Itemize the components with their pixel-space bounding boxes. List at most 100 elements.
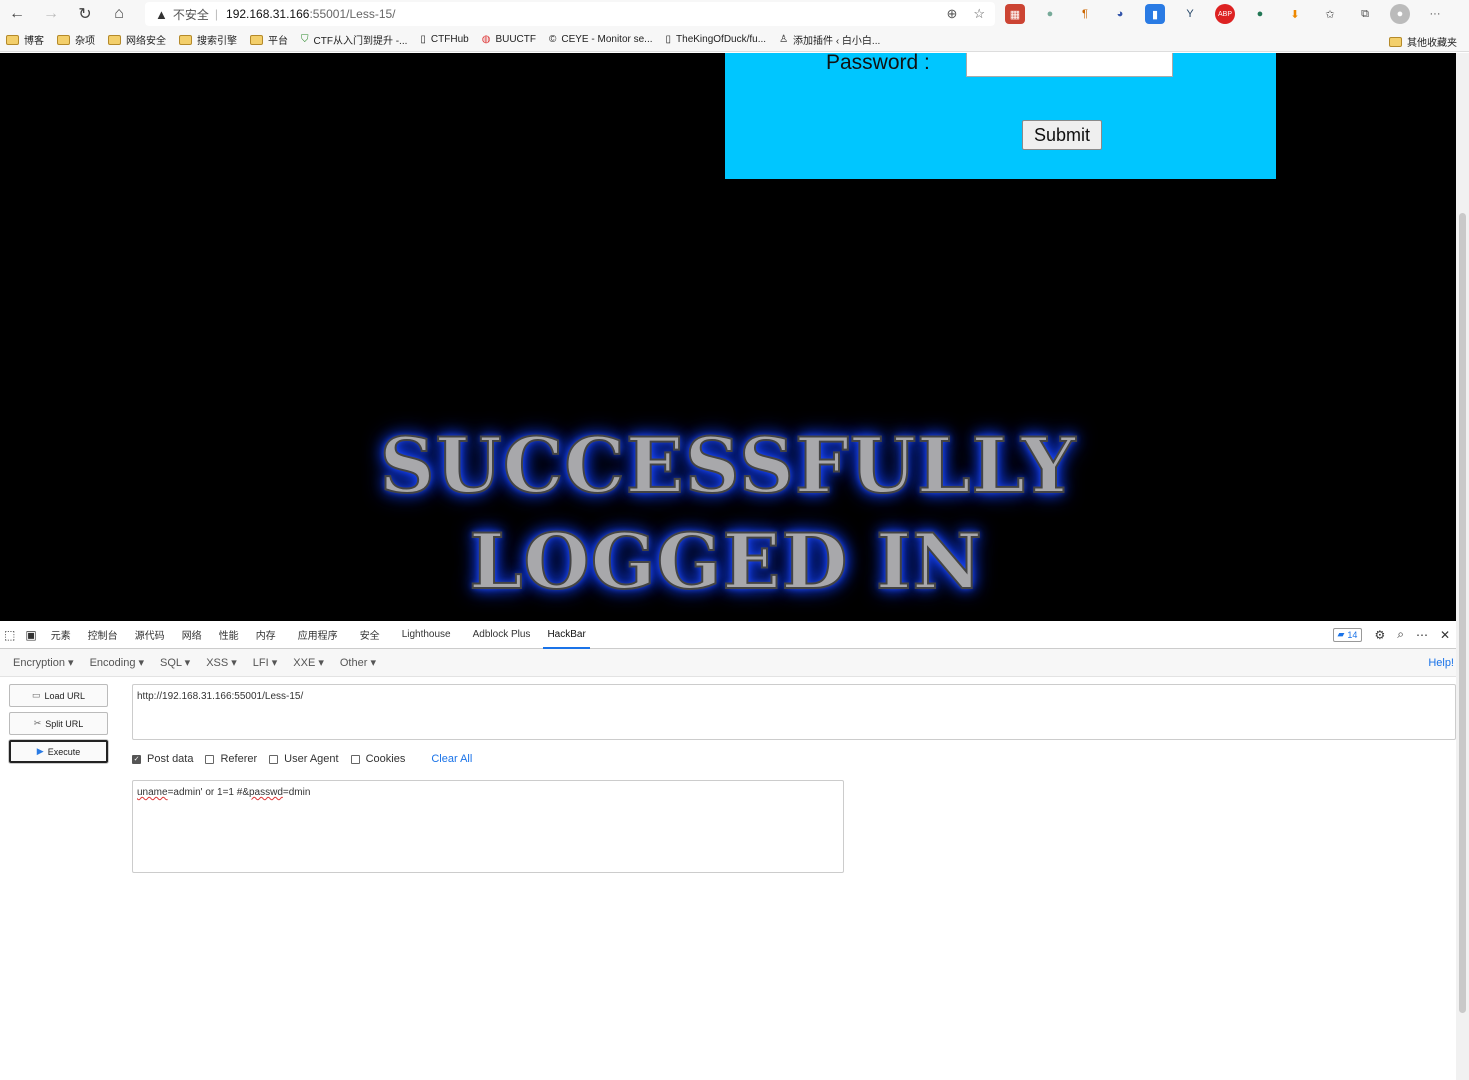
password-label: Password :	[826, 53, 930, 74]
folder-icon	[108, 34, 121, 45]
devtools-panel: ⬚ ▣ 元素 控制台 源代码 网络 性能 内存 应用程序 安全 Lighthou…	[0, 621, 1456, 1080]
security-label: 不安全	[172, 7, 209, 22]
post-data-checkbox[interactable]: ✓ Post data	[132, 753, 193, 765]
menu-xss[interactable]: XSS ▾	[206, 656, 237, 669]
extension-icon[interactable]: ⬇	[1285, 4, 1305, 24]
user-agent-checkbox[interactable]: User Agent	[269, 753, 339, 765]
extension-icon[interactable]: ◕	[1110, 4, 1130, 24]
tab-sources[interactable]: 源代码	[135, 627, 165, 642]
message-icon: ▰	[1337, 629, 1345, 639]
play-icon: ▶	[36, 746, 44, 756]
extension-icon[interactable]: ●	[1040, 4, 1060, 24]
menu-xxe[interactable]: XXE ▾	[293, 656, 324, 669]
load-url-button[interactable]: ▭ Load URL	[9, 684, 108, 707]
submit-button[interactable]: Submit	[1022, 120, 1102, 150]
url-textarea[interactable]: http://192.168.31.166:55001/Less-15/	[132, 684, 1456, 740]
buuctf-icon: ◍	[481, 34, 491, 45]
success-message-line1: SUCCESSFULLY	[379, 420, 1077, 511]
folder-icon	[6, 34, 19, 45]
issues-badge[interactable]: ▰ 14	[1332, 627, 1363, 642]
more-options-icon[interactable]: ⋯	[1416, 628, 1428, 642]
menu-sql[interactable]: SQL ▾	[160, 656, 190, 669]
extension-icon[interactable]: ●	[1250, 4, 1270, 24]
menu-other[interactable]: Other ▾	[340, 656, 376, 669]
request-options: ✓ Post data Referer User Agent Cookies Cl…	[132, 753, 472, 765]
bookmark-link[interactable]: ⛉ CTF从入门到提升 -...	[301, 32, 407, 47]
bookmark-folder[interactable]: 搜索引擎	[179, 32, 237, 47]
tab-memory[interactable]: 内存	[256, 627, 276, 642]
bookmark-folder[interactable]: 网络安全	[108, 32, 166, 47]
add-favorite-icon[interactable]: ☆	[973, 6, 985, 22]
address-bar[interactable]: ▲ 不安全 | 192.168.31.166:55001/Less-15/ ⊕ …	[145, 2, 995, 26]
reload-icon[interactable]: ↻	[68, 0, 102, 28]
menu-encoding[interactable]: Encoding ▾	[90, 656, 144, 669]
back-icon[interactable]: ←	[0, 0, 34, 28]
scrollbar-thumb[interactable]	[1459, 213, 1466, 1013]
settings-gear-icon[interactable]: ⚙	[1374, 628, 1385, 642]
inspect-icon[interactable]: ⬚	[4, 628, 15, 642]
more-menu-icon[interactable]: ···	[1425, 4, 1445, 24]
tab-network[interactable]: 网络	[182, 627, 202, 642]
tab-performance[interactable]: 性能	[219, 627, 239, 642]
favorites-icon[interactable]: ✩	[1320, 4, 1340, 24]
profile-avatar-icon[interactable]: ●	[1390, 4, 1410, 24]
checkbox-icon	[350, 754, 360, 764]
bookmark-folder[interactable]: 杂项	[57, 32, 95, 47]
adblock-icon[interactable]: ABP	[1215, 4, 1235, 24]
feedback-icon[interactable]: ⌕	[1397, 627, 1404, 642]
tab-hackbar[interactable]: HackBar	[543, 629, 591, 649]
bookmark-link[interactable]: ◍ BUUCTF	[482, 34, 536, 45]
bookmark-folder[interactable]: 博客	[6, 32, 44, 47]
close-icon[interactable]: ✕	[1440, 628, 1450, 642]
extension-icon[interactable]: Y	[1180, 4, 1200, 24]
ceye-icon: ©	[549, 34, 557, 45]
password-input[interactable]	[966, 53, 1173, 77]
page-icon: ▯	[665, 34, 672, 45]
menu-encryption[interactable]: Encryption ▾	[13, 656, 74, 669]
person-icon: ♙	[779, 34, 789, 45]
execute-button[interactable]: ▶ Execute	[9, 740, 108, 763]
folder-icon	[179, 34, 192, 45]
referer-checkbox[interactable]: Referer	[205, 753, 257, 765]
cookies-checkbox[interactable]: Cookies	[350, 753, 405, 765]
forward-icon[interactable]: →	[34, 0, 68, 28]
tab-adblock-plus[interactable]: Adblock Plus	[473, 629, 531, 640]
tab-console[interactable]: 控制台	[88, 627, 118, 642]
tab-security[interactable]: 安全	[360, 627, 380, 642]
bookmark-link[interactable]: ♙ 添加插件 ‹ 白小白...	[779, 32, 880, 47]
checkbox-icon	[205, 754, 215, 764]
bookmark-link[interactable]: ▯ TheKingOfDuck/fu...	[666, 34, 767, 45]
divider: |	[214, 7, 219, 21]
shield-icon: ⛉	[301, 34, 309, 45]
device-toolbar-icon[interactable]: ▣	[25, 628, 36, 642]
extension-icons: ▦ ● ¶ ◕ ▮ Y ABP ● ⬇ ✩ ⧉ ● ···	[1005, 4, 1445, 24]
other-bookmarks-folder[interactable]: 其他收藏夹	[1389, 34, 1457, 49]
page-viewport: Password : Submit SUCCESSFULLY LOGGED IN	[0, 53, 1456, 621]
url-host: 192.168.31.166	[226, 7, 310, 21]
help-link[interactable]: Help!	[1428, 657, 1454, 669]
folder-icon	[1389, 36, 1402, 47]
page-scrollbar[interactable]	[1456, 53, 1469, 1080]
folder-icon	[57, 34, 70, 45]
folder-icon	[250, 34, 263, 45]
home-icon[interactable]: ⌂	[102, 0, 136, 28]
split-url-button[interactable]: ✂ Split URL	[9, 712, 108, 735]
extension-icon[interactable]: ▦	[1005, 4, 1025, 24]
extension-icon[interactable]: ▮	[1145, 4, 1165, 24]
clear-all-link[interactable]: Clear All	[431, 753, 472, 765]
bookmark-link[interactable]: ▯ CTFHub	[420, 34, 468, 45]
page-icon: ▯	[420, 34, 426, 45]
bookmark-link[interactable]: © CEYE - Monitor se...	[549, 34, 653, 45]
zoom-icon[interactable]: ⊕	[946, 6, 957, 22]
tab-elements[interactable]: 元素	[51, 627, 71, 642]
tab-application[interactable]: 应用程序	[298, 627, 338, 642]
bookmark-folder[interactable]: 平台	[250, 32, 288, 47]
menu-lfi[interactable]: LFI ▾	[253, 656, 277, 669]
hackbar-menu: Encryption ▾ Encoding ▾ SQL ▾ XSS ▾ LFI …	[0, 649, 1456, 677]
extension-icon[interactable]: ¶	[1075, 4, 1095, 24]
devtools-tabbar: ⬚ ▣ 元素 控制台 源代码 网络 性能 内存 应用程序 安全 Lighthou…	[0, 621, 1456, 649]
checkbox-checked-icon: ✓	[132, 754, 141, 764]
tab-lighthouse[interactable]: Lighthouse	[402, 629, 451, 640]
post-data-textarea[interactable]: uname=admin' or 1=1 #&passwd=dmin	[132, 780, 844, 873]
collections-icon[interactable]: ⧉	[1355, 4, 1375, 24]
